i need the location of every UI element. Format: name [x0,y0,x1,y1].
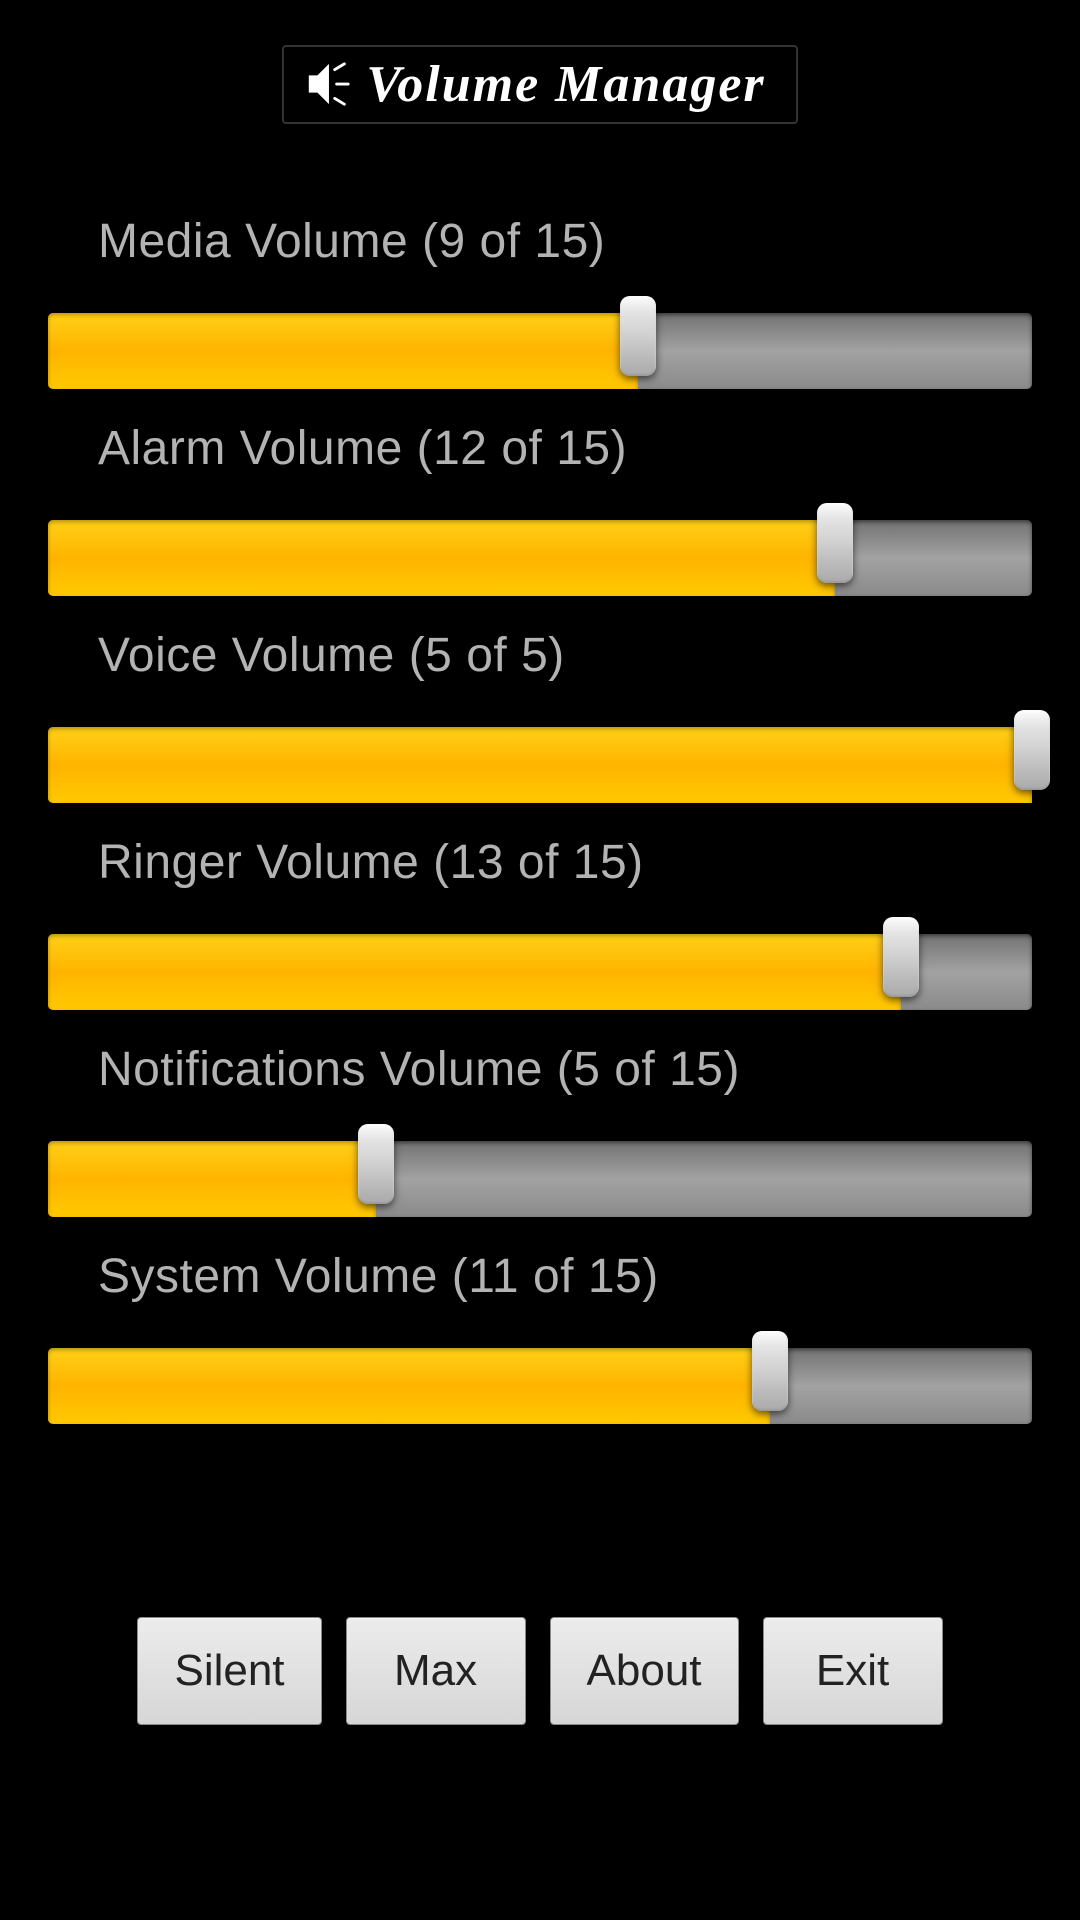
slider-fill [48,313,638,389]
slider-thumb[interactable] [358,1124,394,1204]
media-volume-slider-label: Media Volume (9 of 15) [48,214,1032,269]
app-header: Volume Manager [0,0,1080,144]
about-button[interactable]: About [550,1617,739,1725]
alarm-volume-slider[interactable] [48,508,1032,608]
slider-thumb[interactable] [1014,710,1050,790]
voice-volume-slider-label: Voice Volume (5 of 5) [48,628,1032,683]
volume-controls: Media Volume (9 of 15) Alarm Volume (12 … [0,144,1080,1436]
header-box: Volume Manager [282,45,797,124]
slider-fill [48,934,901,1010]
app-title: Volume Manager [366,55,765,114]
slider-thumb[interactable] [883,917,919,997]
media-volume-slider-group: Media Volume (9 of 15) [48,214,1032,401]
exit-button[interactable]: Exit [763,1617,943,1725]
voice-volume-slider[interactable] [48,715,1032,815]
slider-fill [48,1348,770,1424]
max-button[interactable]: Max [346,1617,526,1725]
silent-button[interactable]: Silent [137,1617,321,1725]
slider-fill [48,1141,376,1217]
notifications-volume-slider-group: Notifications Volume (5 of 15) [48,1042,1032,1229]
slider-fill [48,727,1032,803]
alarm-volume-slider-group: Alarm Volume (12 of 15) [48,421,1032,608]
ringer-volume-slider-group: Ringer Volume (13 of 15) [48,835,1032,1022]
ringer-volume-slider[interactable] [48,922,1032,1022]
slider-thumb[interactable] [620,296,656,376]
voice-volume-slider-group: Voice Volume (5 of 5) [48,628,1032,815]
system-volume-slider-group: System Volume (11 of 15) [48,1249,1032,1436]
media-volume-slider[interactable] [48,301,1032,401]
system-volume-slider[interactable] [48,1336,1032,1436]
notifications-volume-slider[interactable] [48,1129,1032,1229]
button-bar: Silent Max About Exit [0,1617,1080,1725]
ringer-volume-slider-label: Ringer Volume (13 of 15) [48,835,1032,890]
speaker-icon [304,57,352,112]
slider-thumb[interactable] [752,1331,788,1411]
system-volume-slider-label: System Volume (11 of 15) [48,1249,1032,1304]
alarm-volume-slider-label: Alarm Volume (12 of 15) [48,421,1032,476]
slider-thumb[interactable] [817,503,853,583]
slider-fill [48,520,835,596]
notifications-volume-slider-label: Notifications Volume (5 of 15) [48,1042,1032,1097]
